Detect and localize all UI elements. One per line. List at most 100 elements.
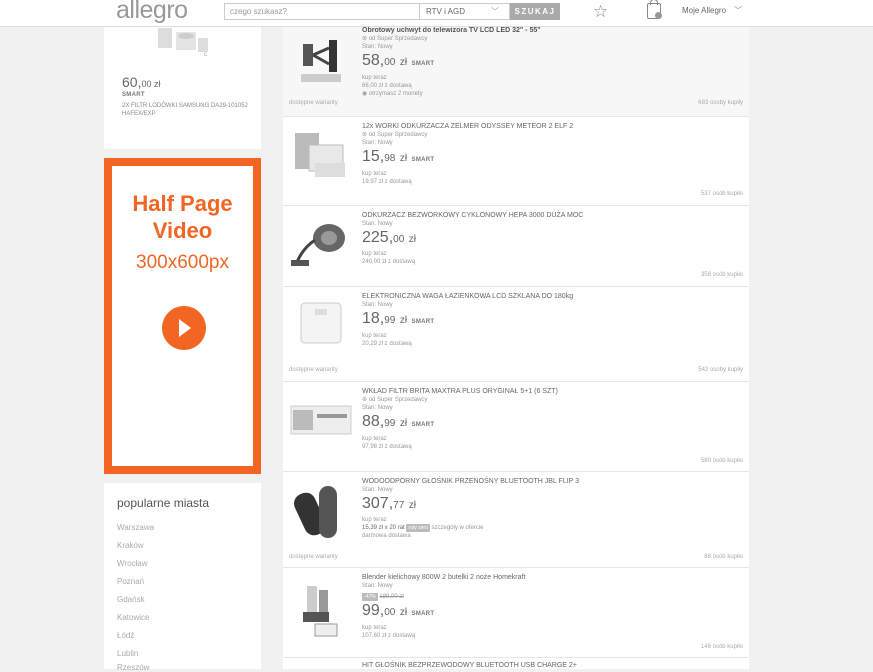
chevron-down-icon: ﹀ [734,6,743,15]
currency: zł [399,315,408,326]
product-price: 18,99 zł SMART [362,309,742,332]
coins-label: ◉ otrzymasz 2 monety [362,90,742,98]
ad-title-line2: Video [152,218,213,243]
city-link[interactable]: Katowice [117,613,149,622]
product-image [300,302,342,344]
currency: zł [399,607,408,618]
product-title[interactable]: WKŁAD FILTR BRITA MAXTRA PLUS ORYGINAŁ 5… [362,387,742,396]
product-title[interactable]: ELEKTRONICZNA WAGA ŁAZIENKOWA LCD SZKLAN… [362,292,742,301]
product-image [295,133,345,177]
product-price: 88,99 zł SMART [362,412,742,435]
buyers-count: 146 osób kupiło [700,644,743,650]
product-price: 58,00 zł SMART [362,51,742,74]
city-link[interactable]: Warszawa [117,523,154,532]
list-item[interactable]: ODKURZACZ BEZWORKOWY CYKLONOWY HEPA 3000… [283,206,749,287]
product-image [291,224,345,266]
city-link[interactable]: Łódź [117,631,134,640]
city-link[interactable]: Kraków [117,541,144,550]
super-seller-icon: ⊛ [362,132,369,138]
cart-icon[interactable] [647,0,662,19]
search-input[interactable]: czego szukasz? [224,3,420,20]
city-link[interactable]: Lublin [117,649,138,658]
list-item[interactable]: WODOODPORNY GŁOŚNIK PRZENOŚNY BLUETOOTH … [283,472,749,568]
installment-details[interactable]: szczegóły w ofercie [432,525,484,531]
buy-now-label: kup teraz [362,436,387,442]
condition: Stan: Nowy [362,405,393,411]
ad-content: Half Page Video 300x600px [112,166,253,466]
price-decimal: 99 [384,418,396,429]
smart-badge: SMART [411,319,435,325]
product-image [294,486,337,538]
city-link[interactable]: Rzeszów [117,663,149,672]
condition: Stan: Nowy [362,44,393,50]
buy-now-label: kup teraz [362,75,387,81]
variants-link[interactable]: dostępne warianty [289,554,338,560]
list-item[interactable]: WKŁAD FILTR BRITA MAXTRA PLUS ORYGINAŁ 5… [283,382,749,472]
currency: zł [399,153,408,164]
city-link[interactable]: Gdańsk [117,595,145,604]
product-price: 60,00 zł [122,74,160,90]
ad-title-line1: Half Page [132,191,233,216]
seller-text: od Super Sprzedawcy [368,132,428,138]
product-title[interactable]: 12x WORKI ODKURZACZA ZELMER ODYSSEY METE… [362,122,742,131]
svg-text:c: c [204,52,207,58]
price-decimal: 98 [384,153,396,164]
condition: Stan: Nowy [362,140,393,146]
my-allegro-menu[interactable]: Moje Allegro ﹀ [682,5,742,16]
list-item[interactable]: Obrotowy uchwyt do telewizora TV LCD LED… [283,26,749,117]
old-price: 189,00 zł [379,594,404,600]
product-image [301,40,341,82]
allegro-logo[interactable]: allegro [116,0,188,25]
price-decimal: 00 [384,607,396,618]
price-integer: 99, [362,602,385,619]
list-item[interactable]: ELEKTRONICZNA WAGA ŁAZIENKOWA LCD SZKLAN… [283,287,749,382]
currency: zł [408,500,416,511]
search-button[interactable]: SZUKAJ [510,3,560,20]
list-item[interactable]: Blender kielichowy 800W 2 butelki 2 noże… [283,568,749,658]
smart-badge: SMART [411,61,435,67]
my-allegro-label: Moje Allegro [682,6,727,15]
buyers-count: 358 osób kupiło [700,272,743,278]
buyers-count: 542 osoby kupiły [698,367,743,373]
category-select[interactable]: RTV i AGD ﹀ [420,3,510,20]
coins-text: otrzymasz 2 monety [368,91,423,97]
seller-label: ⊛ od Super Sprzedawcy [362,131,742,139]
product-title[interactable]: WODOODPORNY GŁOŚNIK PRZENOŚNY BLUETOOTH … [362,477,742,486]
cart-count-badge [655,12,662,19]
condition: Stan: Nowy [362,487,393,493]
price-integer: 58, [362,52,385,69]
price-with-delivery: 66,00 zł z dostawą [362,83,412,89]
price-integer: 307, [362,495,394,512]
price-integer: 18, [362,310,385,327]
play-icon[interactable] [162,306,206,350]
recommended-product-card[interactable]: c 60,00 zł SMART 2X FILTR LODÓWKI SAMSUN… [104,26,261,149]
price-decimal: 00 zł [141,79,161,89]
variants-link[interactable]: dostępne warianty [289,367,338,373]
buyers-count: 537 osób kupiło [700,191,743,197]
city-link[interactable]: Poznań [117,577,144,586]
chevron-down-icon: ﹀ [491,7,499,16]
list-item[interactable]: 12x WORKI ODKURZACZA ZELMER ODYSSEY METE… [283,117,749,206]
product-image: c [158,28,208,58]
product-title[interactable]: ODKURZACZ BEZWORKOWY CYKLONOWY HEPA 3000… [362,211,742,220]
product-title[interactable]: Blender kielichowy 800W 2 butelki 2 noże… [362,573,742,582]
smart-badge: SMART [411,422,435,428]
buyers-count: 683 osoby kupiły [698,100,743,106]
product-price: 225,00 zł [362,228,742,250]
product-title[interactable]: 2X FILTR LODÓWKI SAMSUNG DA29-10105J HAF… [122,102,254,118]
variants-link[interactable]: dostępne warianty [289,100,338,106]
price-integer: 225, [362,229,394,246]
list-item[interactable]: HIT GŁOŚNIK BEZPRZEWODOWY BLUETOOTH USB … [283,658,749,669]
smart-badge: SMART [411,611,435,617]
product-title[interactable]: Obrotowy uchwyt do telewizora TV LCD LED… [362,26,742,35]
price-decimal: 00 [384,57,396,68]
star-icon[interactable]: ☆ [593,2,608,22]
seller-label: ⊛ od Super Sprzedawcy [362,396,742,404]
price-with-delivery: 240,00 zł z dostawą [362,259,416,265]
currency: zł [399,57,408,68]
half-page-video-ad[interactable]: Half Page Video 300x600px [104,158,261,474]
smart-badge: SMART [122,92,145,98]
city-link[interactable]: Wrocław [117,559,148,568]
currency: zł [399,418,408,429]
product-image [290,405,352,435]
